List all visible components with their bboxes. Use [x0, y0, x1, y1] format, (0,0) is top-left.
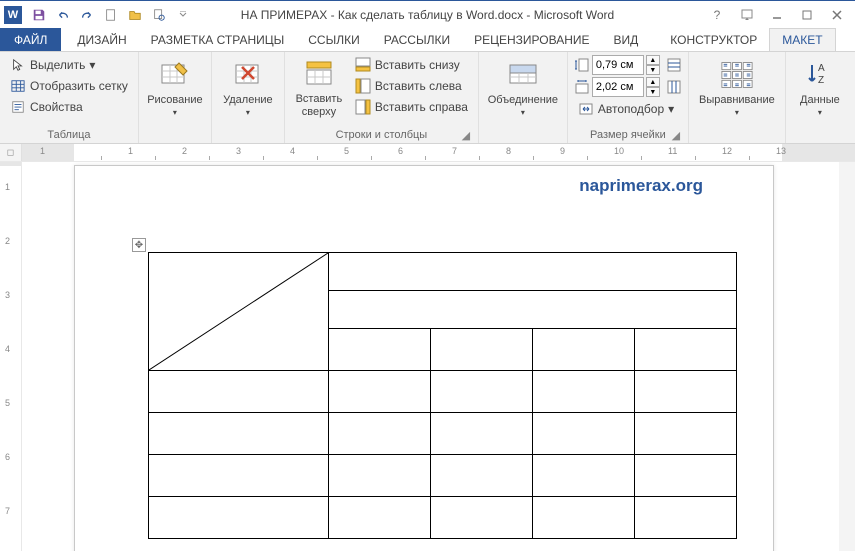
group-table: Выделить ▾ Отобразить сетку Свойства Таб… [0, 52, 139, 143]
dialog-launcher-icon[interactable]: ◢ [460, 129, 472, 141]
qat-dropdown[interactable] [172, 4, 194, 26]
tab-file[interactable]: ФАЙЛ [0, 28, 61, 51]
insert-below-button[interactable]: Вставить снизу [351, 55, 472, 75]
group-alignment: Выравнивание ▾ [689, 52, 786, 143]
insert-above-button[interactable]: Вставить сверху [291, 55, 347, 121]
insert-below-icon [355, 57, 371, 73]
title-bar: W НА ПРИМЕРАХ - Как сделать таблицу в Wo… [0, 0, 855, 28]
ruler-horizontal-area: ◻ 112345678910111213 [0, 144, 855, 162]
print-preview-button[interactable] [148, 4, 170, 26]
group-merge: Объединение ▾ [479, 52, 568, 143]
alignment-grid-icon [721, 59, 753, 91]
minimize-button[interactable] [763, 4, 791, 26]
save-button[interactable] [28, 4, 50, 26]
help-button[interactable]: ? [703, 4, 731, 26]
distribute-rows-icon[interactable] [666, 57, 682, 73]
insert-left-button[interactable]: Вставить слева [351, 76, 472, 96]
grid-icon [10, 78, 26, 94]
col-width-input[interactable]: 2,02 см [592, 77, 644, 97]
document-viewport: naprimerax.org ✥ [22, 162, 855, 551]
insert-right-icon [355, 99, 371, 115]
properties-icon [10, 99, 26, 115]
distribute-cols-icon[interactable] [666, 79, 682, 95]
tab-mailings[interactable]: РАССЫЛКИ [372, 28, 462, 51]
pointer-icon [10, 57, 26, 73]
group-label-table: Таблица [6, 127, 132, 143]
open-button[interactable] [124, 4, 146, 26]
window-title: НА ПРИМЕРАХ - Как сделать таблицу в Word… [241, 8, 614, 22]
ruler-corner[interactable]: ◻ [0, 144, 22, 161]
quick-access-toolbar [28, 4, 194, 26]
spinner-down[interactable]: ▼ [646, 87, 660, 97]
row-height-icon [574, 57, 590, 73]
ribbon-tabs: ФАЙЛ ДИЗАЙН РАЗМЕТКА СТРАНИЦЫ ССЫЛКИ РАС… [0, 28, 855, 52]
merge-button[interactable]: Объединение ▾ [485, 55, 561, 121]
autofit-icon [578, 101, 594, 117]
insert-left-icon [355, 78, 371, 94]
tab-view[interactable]: ВИД [602, 28, 651, 51]
svg-text:Z: Z [818, 75, 824, 86]
merge-cells-icon [507, 59, 539, 91]
col-width-icon [574, 79, 590, 95]
ribbon-options-button[interactable] [733, 4, 761, 26]
tab-design[interactable]: ДИЗАЙН [65, 28, 138, 51]
pencil-table-icon [159, 59, 191, 91]
data-button[interactable]: AZ Данные ▾ [792, 55, 848, 121]
vertical-scrollbar[interactable] [839, 162, 855, 551]
close-button[interactable] [823, 4, 851, 26]
group-draw: Рисование ▾ [139, 52, 212, 143]
alignment-button[interactable]: Выравнивание ▾ [695, 55, 779, 121]
gridlines-button[interactable]: Отобразить сетку [6, 76, 132, 96]
group-label-cell-size: Размер ячейки◢ [574, 127, 682, 143]
app-icon: W [4, 6, 22, 24]
svg-text:A: A [818, 63, 825, 74]
spinner-up[interactable]: ▲ [646, 55, 660, 65]
row-height-input[interactable]: 0,79 см [592, 55, 644, 75]
group-label-rows-cols: Строки и столбцы◢ [291, 127, 472, 143]
document-area: 1234567 naprimerax.org ✥ [0, 162, 855, 551]
draw-button[interactable]: Рисование ▾ [145, 55, 205, 121]
tab-review[interactable]: РЕЦЕНЗИРОВАНИЕ [462, 28, 601, 51]
group-delete: Удаление ▾ [212, 52, 285, 143]
tab-references[interactable]: ССЫЛКИ [296, 28, 371, 51]
group-rows-columns: Вставить сверху Вставить снизу Вставить … [285, 52, 479, 143]
chevron-down-icon: ▾ [246, 109, 250, 118]
delete-table-icon [232, 59, 264, 91]
sort-icon: AZ [804, 59, 836, 91]
ruler-horizontal[interactable]: 112345678910111213 [22, 144, 855, 161]
chevron-down-icon: ▾ [89, 58, 95, 72]
spinner-up[interactable]: ▲ [646, 77, 660, 87]
insert-right-button[interactable]: Вставить справа [351, 97, 472, 117]
chevron-down-icon: ▾ [818, 109, 822, 118]
group-cell-size: 0,79 см ▲▼ 2,02 см ▲▼ Автоподбор ▾ Разме… [568, 52, 689, 143]
properties-button[interactable]: Свойства [6, 97, 132, 117]
watermark-text: naprimerax.org [579, 176, 703, 196]
chevron-down-icon: ▾ [173, 109, 177, 118]
redo-button[interactable] [76, 4, 98, 26]
ruler-vertical[interactable]: 1234567 [0, 162, 22, 551]
insert-above-icon [303, 58, 335, 90]
group-data: AZ Данные ▾ [786, 52, 854, 143]
document-table[interactable] [148, 252, 737, 539]
autofit-button[interactable]: Автоподбор ▾ [574, 99, 682, 119]
chevron-down-icon: ▾ [668, 102, 674, 116]
delete-button[interactable]: Удаление ▾ [218, 55, 278, 121]
select-button[interactable]: Выделить ▾ [6, 55, 132, 75]
ribbon: Выделить ▾ Отобразить сетку Свойства Таб… [0, 52, 855, 144]
tab-table-layout[interactable]: МАКЕТ [769, 28, 835, 51]
window-controls: ? [703, 4, 851, 26]
dialog-launcher-icon[interactable]: ◢ [670, 129, 682, 141]
table-move-handle[interactable]: ✥ [132, 238, 146, 252]
tab-page-layout[interactable]: РАЗМЕТКА СТРАНИЦЫ [139, 28, 297, 51]
tab-table-design[interactable]: КОНСТРУКТОР [658, 28, 769, 51]
undo-button[interactable] [52, 4, 74, 26]
spinner-down[interactable]: ▼ [646, 65, 660, 75]
chevron-down-icon: ▾ [521, 109, 525, 118]
chevron-down-icon: ▾ [735, 109, 739, 118]
new-doc-button[interactable] [100, 4, 122, 26]
maximize-button[interactable] [793, 4, 821, 26]
